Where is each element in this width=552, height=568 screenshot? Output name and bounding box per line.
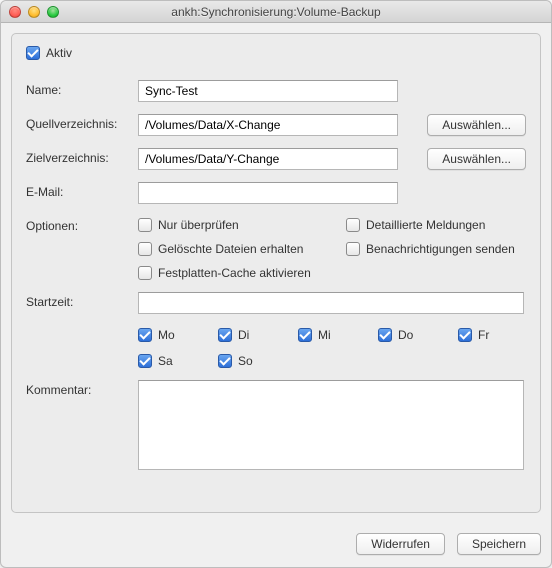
opt-keep-deleted: Gelöschte Dateien erhalten: [138, 242, 338, 256]
check-only-label: Nur überprüfen: [158, 218, 239, 232]
email-input[interactable]: [138, 182, 398, 204]
day-fr: Fr: [458, 328, 538, 342]
email-label: E-Mail:: [26, 182, 138, 199]
source-input[interactable]: [138, 114, 398, 136]
keep-deleted-checkbox[interactable]: [138, 242, 152, 256]
window-title: ankh:Synchronisierung:Volume-Backup: [1, 5, 551, 19]
target-label: Zielverzeichnis:: [26, 148, 138, 165]
day-mi: Mi: [298, 328, 378, 342]
options-row: Optionen: Nur überprüfen Detaillierte Me…: [26, 216, 526, 280]
email-row: E-Mail:: [26, 182, 526, 204]
opt-detailed: Detaillierte Meldungen: [346, 218, 515, 232]
check-only-checkbox[interactable]: [138, 218, 152, 232]
active-checkbox[interactable]: [26, 46, 40, 60]
detailed-label: Detaillierte Meldungen: [366, 218, 485, 232]
detailed-checkbox[interactable]: [346, 218, 360, 232]
save-button[interactable]: Speichern: [457, 533, 541, 555]
so-checkbox[interactable]: [218, 354, 232, 368]
sa-label: Sa: [158, 354, 173, 368]
starttime-row: Startzeit:: [26, 292, 526, 314]
options-label: Optionen:: [26, 216, 138, 233]
days-spacer: [26, 326, 138, 329]
day-di: Di: [218, 328, 298, 342]
opt-disk-cache: Festplatten-Cache aktivieren: [138, 266, 515, 280]
day-do: Do: [378, 328, 458, 342]
di-label: Di: [238, 328, 249, 342]
days-row: Mo Di Mi Do Fr Sa So: [26, 326, 526, 368]
mi-checkbox[interactable]: [298, 328, 312, 342]
do-label: Do: [398, 328, 413, 342]
starttime-input[interactable]: [138, 292, 524, 314]
disk-cache-checkbox[interactable]: [138, 266, 152, 280]
opt-notify: Benachrichtigungen senden: [346, 242, 515, 256]
comment-label: Kommentar:: [26, 380, 138, 397]
opt-check-only: Nur überprüfen: [138, 218, 338, 232]
starttime-label: Startzeit:: [26, 292, 138, 309]
source-row: Quellverzeichnis: Auswählen...: [26, 114, 526, 136]
di-checkbox[interactable]: [218, 328, 232, 342]
close-icon[interactable]: [9, 6, 21, 18]
day-so: So: [218, 354, 298, 368]
name-row: Name:: [26, 80, 526, 102]
mi-label: Mi: [318, 328, 331, 342]
name-label: Name:: [26, 80, 138, 97]
titlebar: ankh:Synchronisierung:Volume-Backup: [1, 1, 551, 23]
content: Aktiv Name: Quellverzeichnis: Auswählen.…: [1, 23, 551, 523]
options-grid: Nur überprüfen Detaillierte Meldungen Ge…: [138, 216, 515, 280]
fr-checkbox[interactable]: [458, 328, 472, 342]
disk-cache-label: Festplatten-Cache aktivieren: [158, 266, 311, 280]
mo-label: Mo: [158, 328, 175, 342]
sa-checkbox[interactable]: [138, 354, 152, 368]
so-label: So: [238, 354, 253, 368]
notify-label: Benachrichtigungen senden: [366, 242, 515, 256]
revert-button[interactable]: Widerrufen: [356, 533, 445, 555]
fr-label: Fr: [478, 328, 489, 342]
days-grid: Mo Di Mi Do Fr Sa So: [138, 326, 538, 368]
choose-source-button[interactable]: Auswählen...: [427, 114, 526, 136]
do-checkbox[interactable]: [378, 328, 392, 342]
traffic-lights: [1, 1, 59, 22]
main-panel: Aktiv Name: Quellverzeichnis: Auswählen.…: [11, 33, 541, 513]
zoom-icon[interactable]: [47, 6, 59, 18]
keep-deleted-label: Gelöschte Dateien erhalten: [158, 242, 303, 256]
active-label: Aktiv: [46, 46, 72, 60]
minimize-icon[interactable]: [28, 6, 40, 18]
target-input[interactable]: [138, 148, 398, 170]
source-label: Quellverzeichnis:: [26, 114, 138, 131]
day-sa: Sa: [138, 354, 218, 368]
active-row: Aktiv: [26, 46, 526, 60]
footer: Widerrufen Speichern: [1, 523, 551, 567]
window: ankh:Synchronisierung:Volume-Backup Akti…: [0, 0, 552, 568]
choose-target-button[interactable]: Auswählen...: [427, 148, 526, 170]
name-input[interactable]: [138, 80, 398, 102]
comment-textarea[interactable]: [138, 380, 524, 470]
comment-row: Kommentar:: [26, 380, 526, 470]
notify-checkbox[interactable]: [346, 242, 360, 256]
mo-checkbox[interactable]: [138, 328, 152, 342]
target-row: Zielverzeichnis: Auswählen...: [26, 148, 526, 170]
day-mo: Mo: [138, 328, 218, 342]
